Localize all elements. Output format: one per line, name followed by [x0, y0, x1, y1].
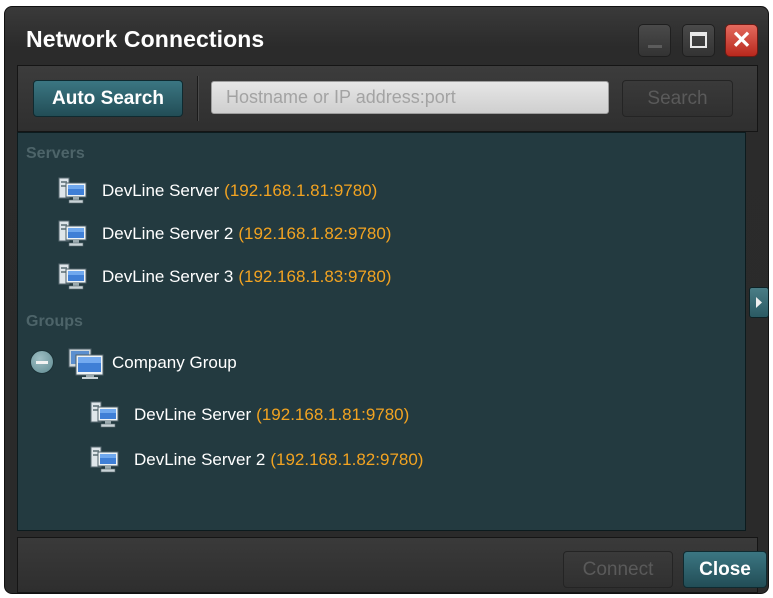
group-server-item[interactable]: DevLine Server (192.168.1.81:9780): [90, 400, 409, 430]
server-address: (192.168.1.81:9780): [256, 405, 410, 424]
group-server-item[interactable]: DevLine Server 2 (192.168.1.82:9780): [90, 445, 423, 475]
server-list-item[interactable]: DevLine Server (192.168.1.81:9780): [58, 176, 377, 206]
expand-panel-icon: [756, 297, 762, 308]
close-window-button[interactable]: ✕: [725, 24, 758, 57]
search-button[interactable]: Search: [622, 80, 733, 117]
collapse-icon[interactable]: [30, 350, 54, 374]
auto-search-button[interactable]: Auto Search: [33, 80, 183, 117]
server-name: DevLine Server: [134, 405, 252, 424]
minimize-button[interactable]: [638, 24, 671, 57]
toolbar-separator: [197, 76, 198, 121]
server-address: (192.168.1.83:9780): [238, 267, 392, 286]
connect-button[interactable]: Connect: [563, 551, 673, 588]
server-icon: [58, 220, 88, 248]
server-list-item[interactable]: DevLine Server 3 (192.168.1.83:9780): [58, 262, 391, 292]
expand-panel-button[interactable]: [749, 287, 769, 318]
connections-panel: Servers DevLine Server (192.168.1.81:978…: [17, 132, 746, 531]
server-icon: [90, 446, 120, 474]
close-button[interactable]: Close: [683, 551, 767, 588]
maximize-button[interactable]: [682, 24, 715, 57]
server-name: DevLine Server: [102, 181, 220, 200]
network-connections-window: Network Connections ✕ Auto Search Search…: [4, 6, 769, 594]
minimize-icon: [648, 45, 662, 48]
server-name: DevLine Server 2: [134, 450, 266, 469]
server-name: DevLine Server 3: [102, 267, 234, 286]
group-icon: [68, 346, 104, 380]
toolbar: Auto Search Search: [17, 65, 758, 132]
server-icon: [58, 263, 88, 291]
server-address: (192.168.1.82:9780): [238, 224, 392, 243]
close-icon: ✕: [731, 27, 752, 54]
server-list-item[interactable]: DevLine Server 2 (192.168.1.82:9780): [58, 219, 391, 249]
groups-section-label: Groups: [26, 313, 83, 330]
maximize-icon: [690, 32, 707, 48]
footer-bar: Connect Close: [17, 537, 767, 593]
server-icon: [90, 401, 120, 429]
server-icon: [58, 177, 88, 205]
window-title: Network Connections: [26, 26, 265, 52]
group-name: Company Group: [112, 353, 237, 372]
server-address: (192.168.1.81:9780): [224, 181, 378, 200]
group-list-item[interactable]: Company Group: [68, 346, 237, 380]
server-name: DevLine Server 2: [102, 224, 234, 243]
servers-section-label: Servers: [26, 145, 85, 162]
hostname-input[interactable]: [211, 81, 609, 114]
server-address: (192.168.1.82:9780): [270, 450, 424, 469]
